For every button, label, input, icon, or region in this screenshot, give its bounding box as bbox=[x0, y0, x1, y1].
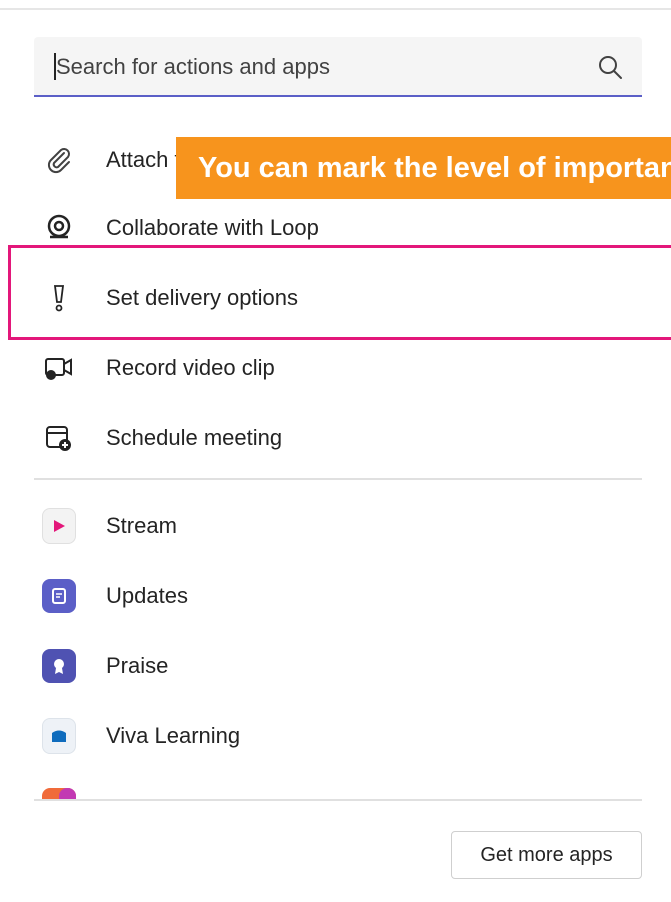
app-label: Viva Learning bbox=[106, 723, 241, 748]
app-viva-learning[interactable]: Viva Learning bbox=[34, 705, 642, 767]
search-box[interactable] bbox=[34, 37, 642, 97]
app-praise[interactable]: Praise bbox=[34, 635, 642, 697]
action-label: Collaborate with Loop bbox=[106, 215, 319, 240]
footer-divider bbox=[34, 799, 642, 801]
action-set-delivery-options[interactable]: Set delivery options bbox=[34, 267, 642, 329]
app-stream[interactable]: Stream bbox=[34, 495, 642, 557]
app-updates[interactable]: Updates bbox=[34, 565, 642, 627]
exclamation-icon bbox=[42, 281, 76, 315]
action-label: Set delivery options bbox=[106, 285, 298, 310]
app-label: Stream bbox=[106, 513, 177, 538]
video-clip-icon bbox=[42, 351, 76, 385]
action-record-video-clip[interactable]: Record video clip bbox=[34, 337, 642, 399]
stream-app-icon bbox=[42, 508, 76, 544]
app-label: Praise bbox=[106, 653, 169, 678]
section-divider bbox=[34, 478, 642, 480]
action-label: Record video clip bbox=[106, 355, 275, 380]
text-caret bbox=[54, 53, 56, 80]
action-schedule-meeting[interactable]: Schedule meeting bbox=[34, 407, 642, 469]
top-divider bbox=[0, 0, 671, 10]
updates-app-icon bbox=[42, 579, 76, 613]
calendar-add-icon bbox=[42, 421, 76, 455]
search-icon[interactable] bbox=[596, 53, 624, 81]
action-label: Schedule meeting bbox=[106, 425, 283, 450]
loop-icon bbox=[42, 211, 76, 245]
praise-app-icon bbox=[42, 649, 76, 683]
get-more-apps-button[interactable]: Get more apps bbox=[451, 831, 642, 879]
search-input[interactable] bbox=[54, 37, 578, 97]
app-label: Updates bbox=[106, 583, 188, 608]
viva-learning-app-icon bbox=[42, 718, 76, 754]
action-collaborate-with-loop[interactable]: Collaborate with Loop bbox=[34, 197, 642, 259]
paperclip-icon bbox=[42, 143, 76, 177]
annotation-tooltip: You can mark the level of importance bbox=[176, 137, 671, 199]
